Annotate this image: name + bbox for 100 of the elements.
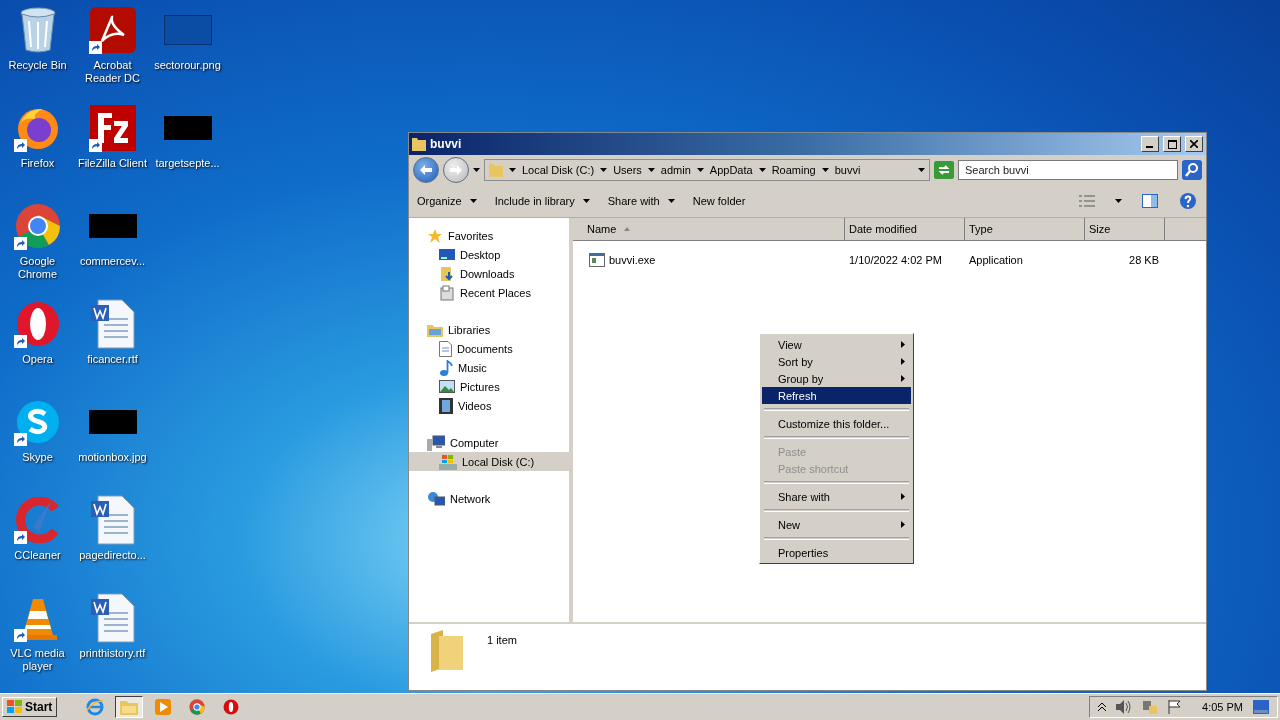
menu-item[interactable]: Share with (762, 488, 911, 505)
desktop-icon-label[interactable]: targetsepte... (155, 157, 220, 170)
desktop-icon-label[interactable]: CCleaner (14, 549, 61, 562)
nav-item[interactable]: Local Disk (C:) (409, 452, 569, 471)
dropdown-caret-icon (918, 168, 925, 172)
nav-item[interactable]: Pictures (409, 377, 569, 396)
toolbar-button[interactable]: Share with (607, 195, 675, 207)
folder-icon (489, 163, 503, 177)
desktop-icon-label[interactable]: Google Chrome (0, 255, 75, 281)
preview-pane-button[interactable] (1140, 191, 1160, 211)
close-icon (1190, 140, 1198, 148)
speaker-icon[interactable] (1116, 700, 1133, 714)
desktop-icon-label[interactable]: sectorour.png (154, 59, 221, 72)
back-button[interactable] (413, 157, 439, 183)
breadcrumb[interactable]: Local Disk (C:) (522, 164, 595, 176)
nav-item[interactable]: Music (409, 358, 569, 377)
opera-icon[interactable] (223, 699, 240, 715)
menu-item[interactable]: Sort by (762, 353, 911, 370)
history-caret-icon (473, 168, 480, 172)
column-header[interactable]: Type (965, 218, 1085, 240)
toolbar-button[interactable]: Include in library (494, 195, 590, 207)
pane-icon (1142, 194, 1158, 208)
close-button[interactable] (1185, 136, 1203, 152)
maximize-button[interactable] (1163, 136, 1181, 152)
menu-item[interactable]: Properties (762, 544, 911, 561)
taskbar-button[interactable] (115, 696, 144, 718)
desktop-icon-label[interactable]: commercev... (79, 255, 146, 268)
nav-item[interactable]: Documents (409, 339, 569, 358)
opera-icon (14, 301, 61, 347)
acrobat-icon (89, 7, 136, 53)
breadcrumb[interactable]: Users (613, 164, 642, 176)
toolbar-button[interactable]: New folder (692, 195, 746, 207)
breadcrumb[interactable]: buvvi (834, 164, 861, 176)
folder-icon (439, 265, 455, 282)
menu-item[interactable]: View (762, 336, 911, 353)
document-icon (89, 495, 136, 545)
desktop-icon-label[interactable]: FileZilla Client (77, 157, 148, 170)
address-bar[interactable]: Local Disk (C:) Users admin AppData Roaming buvvi (484, 159, 930, 181)
flag-icon[interactable] (1168, 700, 1183, 714)
menu-item[interactable]: Customize this folder... (762, 415, 911, 432)
forward-button[interactable] (443, 157, 469, 183)
desktop-icon-label[interactable]: Acrobat Reader DC (75, 59, 150, 85)
thumbnail-icon (88, 214, 137, 238)
desktop-icon-label[interactable]: Recycle Bin (8, 59, 67, 72)
chrome-icon[interactable] (189, 699, 206, 715)
desktop-icon-label[interactable]: pagedirecto... (79, 549, 146, 562)
chevron-up-icon[interactable] (1098, 703, 1107, 711)
caret-icon (667, 199, 675, 203)
menu-item[interactable]: Group by (762, 370, 911, 387)
help-button[interactable] (1178, 191, 1198, 211)
breadcrumb[interactable]: admin (660, 164, 691, 176)
skype-icon (14, 399, 61, 445)
desktop-icon-label[interactable]: Skype (22, 451, 53, 464)
search-field[interactable]: Search buvvi (958, 160, 1178, 180)
arrow-right-icon (450, 165, 462, 175)
desktop-icon-label[interactable]: motionbox.jpg (78, 451, 147, 464)
search-button[interactable] (1182, 160, 1202, 180)
desktop-icon-label[interactable]: ficancer.rtf (87, 353, 138, 366)
column-header[interactable]: Size (1085, 218, 1165, 240)
drive-icon (439, 453, 457, 470)
computer-icon (427, 434, 445, 451)
caret-icon (821, 168, 829, 172)
refresh-button[interactable] (934, 160, 954, 180)
nav-item[interactable]: Libraries (409, 320, 569, 339)
toolbar-button[interactable]: Organize (417, 195, 477, 207)
clock[interactable]: 4:05 PM (1202, 701, 1243, 713)
desktop-icon-label[interactable]: printhistory.rtf (79, 647, 146, 660)
start-button[interactable]: Start (2, 697, 58, 717)
nav-item[interactable]: Desktop (409, 245, 569, 264)
help-icon (1179, 192, 1197, 210)
desktop-icon-label[interactable]: VLC media player (0, 647, 75, 673)
menu-item[interactable]: Refresh (762, 387, 911, 404)
caret-icon (758, 168, 766, 172)
nav-item[interactable]: Network (409, 489, 569, 508)
desktop-icon-label[interactable]: Opera (22, 353, 53, 366)
caret-icon (600, 168, 608, 172)
nav-item[interactable]: Recent Places (409, 283, 569, 302)
media-player-icon[interactable] (155, 699, 172, 715)
recent-places-icon (439, 284, 455, 301)
file-name-cell[interactable]: buvvi.exe (573, 253, 845, 267)
date-cell-text: 1/10/2022 4:02 PM (848, 254, 943, 266)
ccleaner-icon (14, 497, 61, 543)
breadcrumb[interactable]: Roaming (771, 164, 816, 176)
column-header[interactable]: Name (573, 218, 845, 240)
nav-item[interactable]: Downloads (409, 264, 569, 283)
network-icon[interactable] (1142, 700, 1159, 714)
minimize-button[interactable] (1141, 136, 1159, 152)
desktop-icon-label[interactable]: Firefox (20, 157, 55, 170)
arrow-left-icon (420, 165, 432, 175)
breadcrumb[interactable]: AppData (709, 164, 753, 176)
nav-item[interactable]: Favorites (409, 226, 569, 245)
document-icon (89, 593, 136, 643)
caret-icon (647, 168, 655, 172)
nav-item[interactable]: Videos (409, 396, 569, 415)
window-title: buvvi (430, 137, 463, 151)
nav-item[interactable]: Computer (409, 433, 569, 452)
picture-icon (439, 380, 455, 393)
submenu-arrow-icon (901, 358, 905, 365)
column-header[interactable]: Date modified (845, 218, 965, 240)
menu-item[interactable]: New (762, 516, 911, 533)
